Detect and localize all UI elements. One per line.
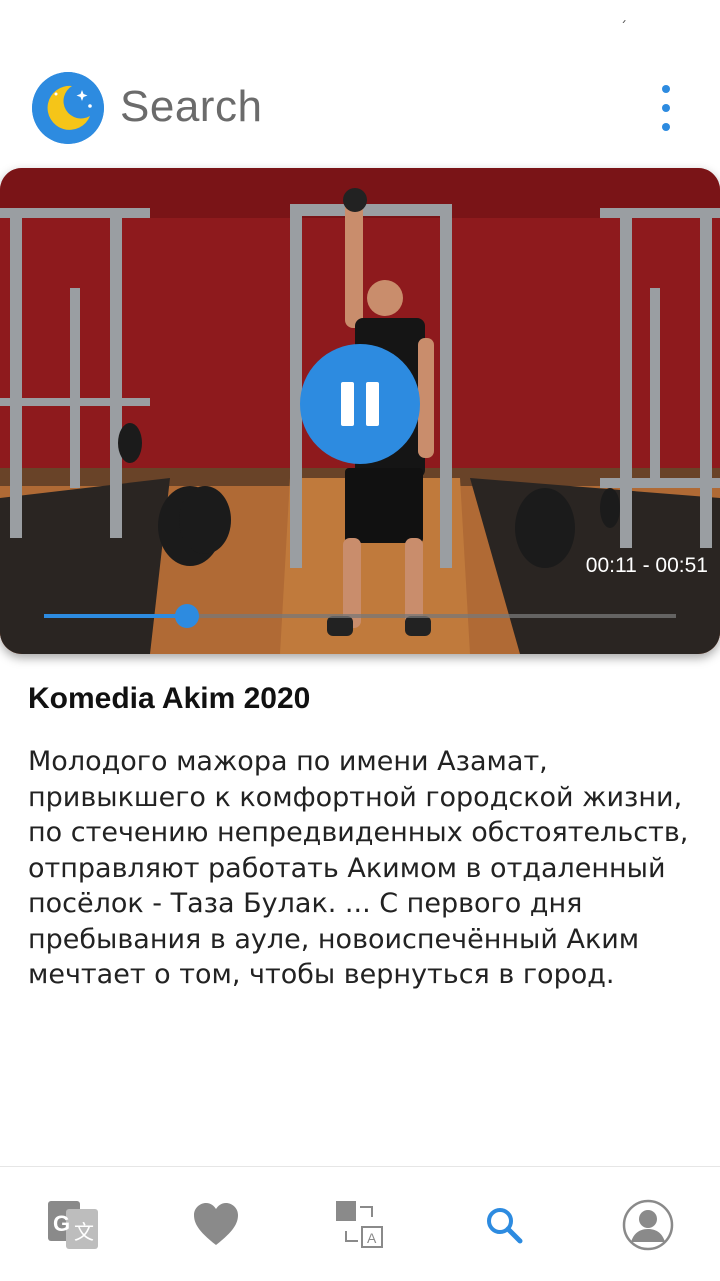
seek-bar-progress bbox=[44, 614, 187, 618]
app-logo-moon-icon bbox=[32, 72, 104, 144]
playback-time: 00:11 - 00:51 bbox=[585, 554, 708, 577]
svg-text:G: G bbox=[53, 1211, 70, 1236]
search-icon[interactable] bbox=[474, 1195, 534, 1255]
google-translate-icon[interactable]: G 文 bbox=[44, 1195, 104, 1255]
status-indicator: ˊ bbox=[620, 20, 627, 36]
svg-text:文: 文 bbox=[74, 1220, 94, 1244]
video-player[interactable]: 00:11 - 00:51 bbox=[0, 168, 720, 654]
bottom-navigation: G 文 A bbox=[0, 1166, 720, 1281]
seek-bar[interactable] bbox=[44, 604, 676, 628]
pause-button[interactable] bbox=[300, 344, 420, 464]
more-options-icon[interactable] bbox=[650, 85, 682, 131]
pause-icon bbox=[341, 382, 354, 426]
account-icon[interactable] bbox=[618, 1195, 678, 1255]
pause-icon-bar bbox=[366, 382, 379, 426]
seek-bar-thumb[interactable] bbox=[174, 604, 199, 628]
search-title[interactable]: Search bbox=[120, 82, 262, 132]
video-title: Komedia Akim 2020 bbox=[28, 682, 311, 715]
status-bar: ˊ bbox=[0, 0, 720, 50]
heart-icon[interactable] bbox=[186, 1195, 246, 1255]
app-bar: Search bbox=[0, 55, 720, 165]
translate-swap-icon[interactable]: A bbox=[330, 1195, 390, 1255]
svg-text:A: A bbox=[367, 1230, 377, 1246]
video-description: Молодого мажора по имени Азамат, привыкш… bbox=[28, 746, 689, 990]
